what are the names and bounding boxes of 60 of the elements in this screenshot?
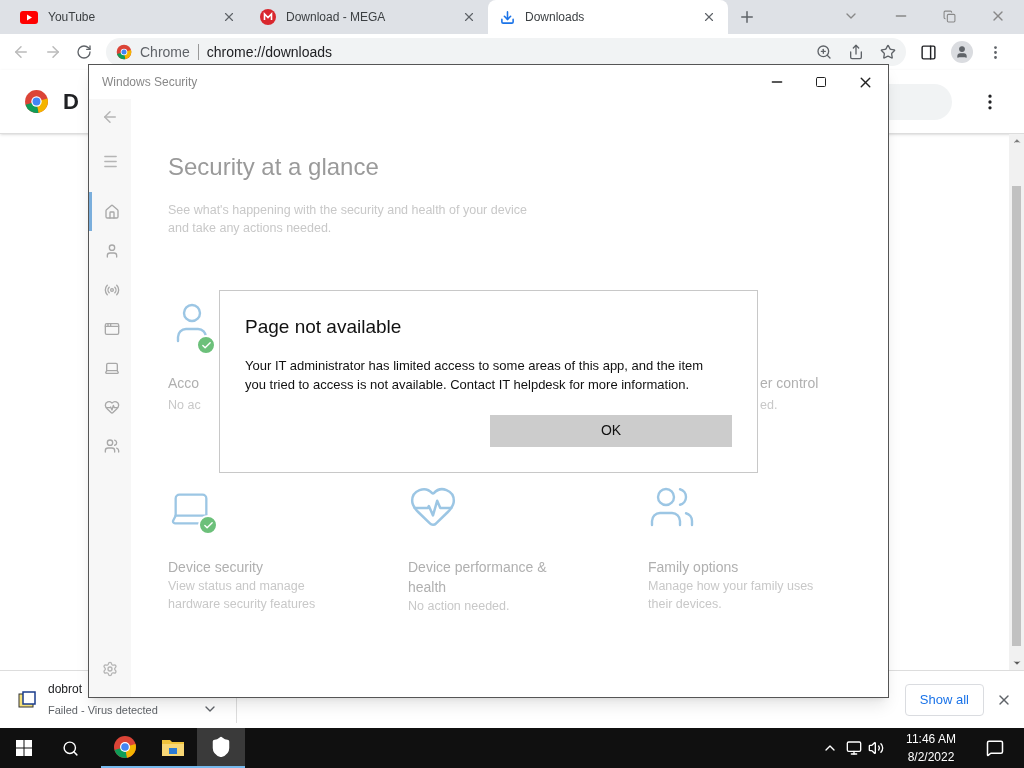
check-badge-icon (196, 335, 216, 355)
browser-tab[interactable]: YouTube (8, 0, 248, 34)
download-icon (500, 9, 515, 25)
download-status: Failed - Virus detected (48, 703, 159, 719)
windows-logo-icon[interactable] (16, 740, 32, 756)
tab-title: Download - MEGA (286, 9, 387, 26)
reload-icon[interactable] (76, 44, 92, 60)
network-icon[interactable] (846, 740, 862, 756)
clock-time[interactable]: 11:46 AM (906, 730, 956, 748)
window-title: Windows Security (102, 74, 199, 91)
show-all-button[interactable]: Show all (904, 683, 984, 716)
url-text: chrome://downloads (206, 42, 334, 62)
search-icon[interactable] (62, 739, 79, 757)
zoom-icon[interactable] (816, 44, 832, 60)
card-title: Device security (168, 558, 264, 577)
close-icon[interactable] (702, 10, 716, 24)
ok-button[interactable]: OK (490, 414, 732, 447)
clock-date[interactable]: 8/2/2022 (907, 748, 955, 766)
maximize-icon[interactable] (815, 76, 827, 88)
circle-logo-icon (260, 9, 276, 25)
dialog-message: Your IT administrator has limited access to some areas of this app, and the item you tried to access is not available. Contact IT helpdesk for more information. (245, 356, 705, 394)
tab-title: Downloads (525, 9, 586, 26)
chrome-icon (116, 44, 132, 60)
new-tab-icon[interactable] (738, 8, 756, 26)
share-icon[interactable] (848, 44, 864, 60)
scroll-up-icon[interactable] (1011, 136, 1022, 146)
search-field[interactable] (886, 83, 952, 120)
avatar-icon[interactable] (951, 41, 973, 63)
scrollbar[interactable] (1009, 134, 1024, 670)
check-badge-icon (198, 515, 218, 535)
notification-icon[interactable] (986, 739, 1004, 757)
card-title: Device performance & health (408, 558, 548, 597)
folder-icon[interactable] (161, 737, 185, 757)
people-icon (103, 437, 120, 454)
browser-tab[interactable]: Downloads (488, 0, 728, 34)
taskbar-app[interactable] (197, 728, 245, 768)
video-logo-icon (20, 10, 38, 24)
tab-title: YouTube (48, 9, 97, 26)
home-icon (103, 203, 120, 220)
volume-icon[interactable] (868, 740, 884, 756)
page-heading: D (63, 88, 79, 116)
browser-tab[interactable]: Download - MEGA (248, 0, 488, 34)
file-icon (18, 690, 36, 709)
download-filename[interactable]: dobrot (48, 680, 83, 699)
chrome-logo-icon (24, 89, 49, 114)
card-title: er control (760, 374, 820, 393)
site-label: Chrome (140, 42, 190, 62)
address-bar[interactable]: Chrome chrome://downloads (106, 38, 906, 66)
side-panel-icon[interactable] (920, 43, 937, 61)
chrome-logo-icon[interactable] (113, 735, 137, 759)
scroll-down-icon[interactable] (1011, 658, 1022, 668)
dialog-title: Page not available (245, 315, 403, 339)
heart-pulse-icon (103, 398, 120, 415)
window-icon (103, 320, 120, 337)
page-heading: Security at a glance (168, 152, 380, 182)
card-title: Acco (168, 374, 200, 393)
restore-icon[interactable] (943, 9, 956, 23)
card-title: Family options (648, 558, 740, 577)
star-icon[interactable] (880, 44, 896, 60)
shield-icon[interactable] (210, 736, 232, 758)
